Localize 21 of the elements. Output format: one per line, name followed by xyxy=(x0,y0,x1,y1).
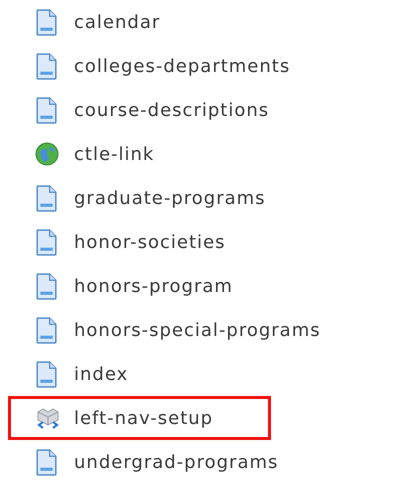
page-icon xyxy=(36,316,57,344)
file-name[interactable]: ctle-link xyxy=(74,144,154,164)
globe-icon xyxy=(35,142,59,166)
page-icon xyxy=(36,96,57,124)
file-name[interactable]: honor-societies xyxy=(74,232,226,252)
page-icon xyxy=(36,228,57,256)
file-name[interactable]: honors-program xyxy=(74,276,233,296)
file-name[interactable]: left-nav-setup xyxy=(74,408,214,428)
file-name[interactable]: course-descriptions xyxy=(74,100,270,120)
page-icon xyxy=(36,360,57,388)
page-icon xyxy=(36,52,57,80)
page-icon xyxy=(36,272,57,300)
file-name[interactable]: index xyxy=(74,364,128,384)
page-icon xyxy=(36,448,57,476)
file-name[interactable]: calendar xyxy=(74,12,160,32)
file-name[interactable]: colleges-departments xyxy=(74,56,290,76)
file-name[interactable]: honors-special-programs xyxy=(74,320,321,340)
page-icon xyxy=(36,184,57,212)
file-name[interactable]: graduate-programs xyxy=(74,188,266,208)
file-name[interactable]: undergrad-programs xyxy=(74,452,278,472)
page-icon xyxy=(36,8,57,36)
